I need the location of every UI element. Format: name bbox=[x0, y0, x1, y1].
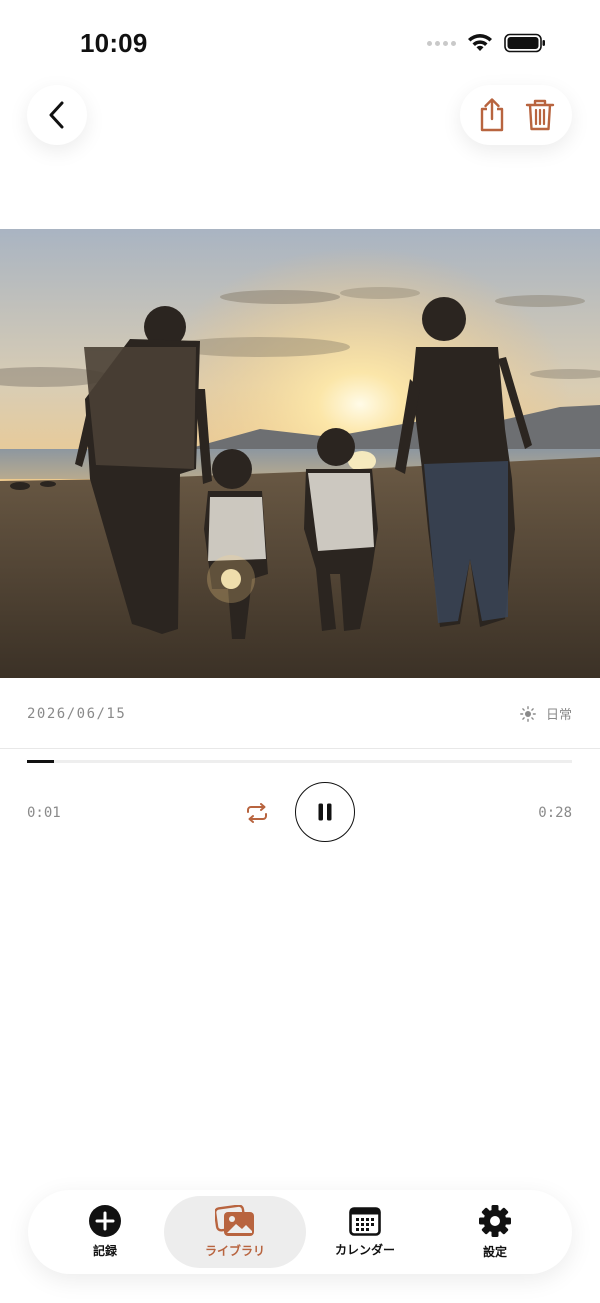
category-label: 日常 bbox=[545, 708, 572, 723]
entry-date: 2026/06/15 bbox=[27, 706, 127, 722]
share-button[interactable] bbox=[472, 95, 512, 135]
tab-label: 記録 bbox=[92, 1244, 117, 1258]
sun-icon bbox=[520, 705, 536, 722]
status-time: 10:09 bbox=[80, 28, 148, 58]
battery-icon bbox=[504, 33, 546, 53]
memory-photo[interactable] bbox=[0, 229, 600, 678]
playback-progress-bar[interactable] bbox=[27, 760, 572, 763]
back-button[interactable] bbox=[27, 85, 87, 145]
status-indicators bbox=[427, 33, 546, 53]
tab-bar: 記録 ライブラリ カレンダー 設定 bbox=[28, 1190, 572, 1274]
chevron-left-icon bbox=[49, 101, 64, 129]
photo-library-icon bbox=[215, 1205, 254, 1236]
tab-label: 設定 bbox=[482, 1245, 507, 1259]
tab-label: カレンダー bbox=[334, 1243, 395, 1257]
trash-icon bbox=[525, 99, 555, 131]
playback-progress-fill bbox=[27, 760, 55, 763]
share-icon bbox=[480, 98, 504, 132]
pause-button[interactable] bbox=[295, 782, 355, 842]
divider bbox=[0, 748, 600, 749]
tab-label: ライブラリ bbox=[204, 1244, 265, 1258]
tab-settings[interactable]: 設定 bbox=[430, 1196, 560, 1268]
repeat-button[interactable] bbox=[243, 800, 271, 826]
category-badge: 日常 bbox=[520, 704, 572, 723]
delete-button[interactable] bbox=[520, 95, 560, 135]
total-time: 0:28 bbox=[538, 805, 572, 821]
tab-record[interactable]: 記録 bbox=[40, 1196, 170, 1268]
repeat-icon bbox=[247, 803, 267, 823]
cellular-signal-icon bbox=[427, 40, 456, 46]
action-pill bbox=[460, 85, 572, 145]
gear-icon bbox=[479, 1205, 511, 1237]
add-circle-icon bbox=[89, 1205, 121, 1237]
current-time: 0:01 bbox=[27, 805, 61, 821]
tab-calendar[interactable]: カレンダー bbox=[300, 1196, 430, 1268]
pause-icon bbox=[318, 803, 332, 821]
wifi-icon bbox=[466, 33, 494, 53]
tab-library[interactable]: ライブラリ bbox=[164, 1196, 306, 1268]
calendar-icon bbox=[349, 1207, 381, 1236]
